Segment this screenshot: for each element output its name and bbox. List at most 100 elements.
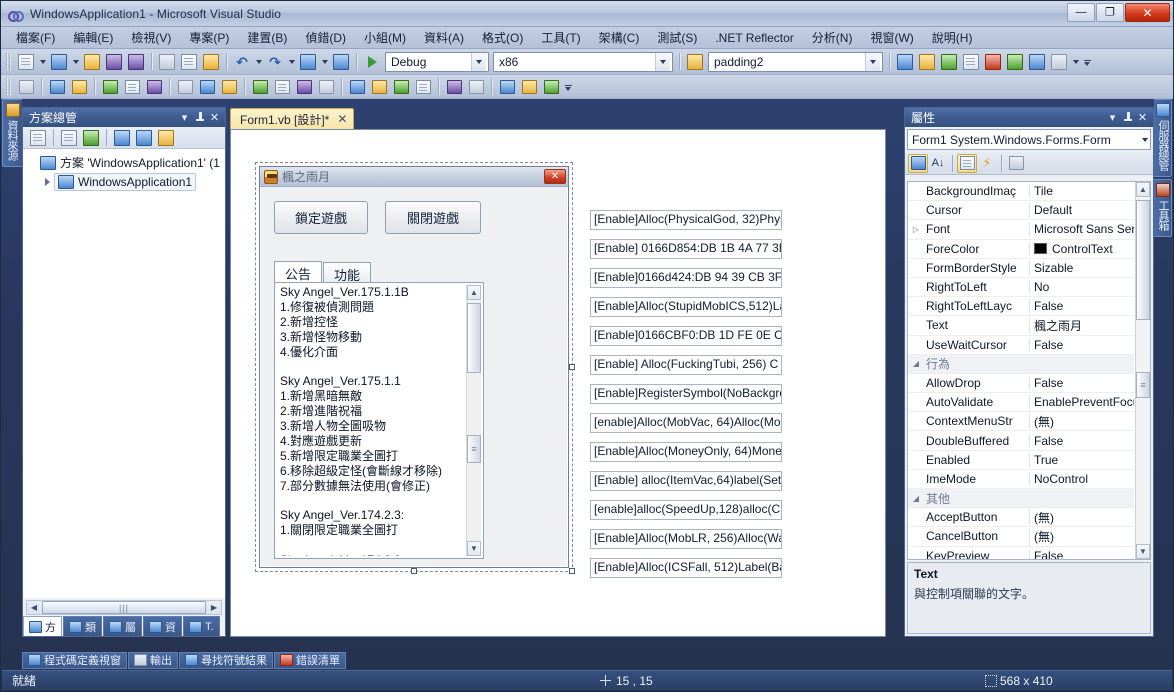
undo-dropdown[interactable] <box>253 51 264 72</box>
script-textbox-0[interactable]: [Enable]Alloc(PhysicalGod, 32)Physica <box>590 210 782 230</box>
solution-explorer-hscrollbar[interactable]: ◀ ||| ▶ <box>26 600 222 615</box>
property-value[interactable]: EnablePreventFocu <box>1029 395 1134 410</box>
scroll-right-icon[interactable]: ▶ <box>207 601 221 614</box>
align-tops-icon[interactable] <box>99 76 121 97</box>
make-same-width-icon[interactable] <box>174 76 196 97</box>
toolbox-button[interactable] <box>960 51 982 72</box>
property-value[interactable]: ControlText <box>1029 241 1134 256</box>
menu-item-5[interactable]: 偵錯(D) <box>296 27 355 48</box>
navigate-backward-button[interactable] <box>297 51 319 72</box>
announcement-listbox[interactable]: Sky Angel_Ver.175.1.1B 1.修復被偵測問題 2.新增控怪 3.新… <box>277 285 481 556</box>
dock-tab-toolbox[interactable]: 工具箱 <box>1154 179 1172 237</box>
view-code-icon[interactable] <box>111 127 133 148</box>
property-value[interactable]: NoControl <box>1029 471 1134 486</box>
cut-button[interactable] <box>156 51 178 72</box>
center-horizontally-icon[interactable] <box>443 76 465 97</box>
solution-explorer-button[interactable] <box>894 51 916 72</box>
property-category-row[interactable]: ◢ 行為 <box>908 354 1134 374</box>
align-middles-icon[interactable] <box>121 76 143 97</box>
new-project-button[interactable] <box>15 51 37 72</box>
solution-panel-tab-0[interactable]: 方 <box>23 616 62 636</box>
bottom-tab-3[interactable]: 錯誤清單 <box>274 651 346 669</box>
scroll-thumb-lower[interactable]: ≡ <box>467 435 481 463</box>
center-vertically-icon[interactable] <box>465 76 487 97</box>
property-grid-vscrollbar[interactable]: ▲ ≡ ▼ <box>1135 182 1150 559</box>
script-textbox-5[interactable]: [Enable] Alloc(FuckingTubi, 256) C <box>590 355 782 375</box>
property-row[interactable]: ContextMenuStr (無) <box>908 412 1134 432</box>
designed-form[interactable]: 楓之雨月 ✕ 鎖定遊戲 關閉遊戲 公告 功能 Sky Angel_Ver.175… <box>259 166 782 578</box>
property-value[interactable]: Default <box>1029 203 1134 218</box>
tab-order-icon[interactable] <box>540 76 562 97</box>
solution-panel-tab-3[interactable]: 資 <box>143 616 182 636</box>
redo-button[interactable]: ↷ <box>264 51 286 72</box>
object-browser-icon[interactable] <box>155 127 177 148</box>
designer-surface[interactable]: 楓之雨月 ✕ 鎖定遊戲 關閉遊戲 公告 功能 Sky Angel_Ver.175… <box>230 129 886 637</box>
remove-vertical-spacing-icon[interactable] <box>412 76 434 97</box>
script-textbox-6[interactable]: [Enable]RegisterSymbol(NoBackgrour <box>590 384 782 404</box>
menu-item-11[interactable]: 測試(S) <box>648 27 706 48</box>
layout-toolbar-overflow-button[interactable] <box>562 76 574 98</box>
menu-item-1[interactable]: 編輯(E) <box>64 27 122 48</box>
minimize-button[interactable]: — <box>1067 3 1095 22</box>
solution-panel-tab-4[interactable]: T. <box>183 616 220 636</box>
form-close-button[interactable]: ✕ <box>544 169 566 184</box>
dock-tab-data-sources[interactable]: 資料來源 <box>2 99 22 167</box>
close-game-button[interactable]: 關閉遊戲 <box>385 201 481 234</box>
properties-icon[interactable] <box>957 153 977 173</box>
new-item-dropdown[interactable] <box>70 51 81 72</box>
property-row[interactable]: Enabled True <box>908 451 1134 470</box>
save-button[interactable] <box>103 51 125 72</box>
menu-item-2[interactable]: 檢視(V) <box>122 27 180 48</box>
alphabetical-icon[interactable]: A↓ <box>928 154 948 173</box>
property-value[interactable]: (無) <box>1029 412 1134 430</box>
property-object-combo[interactable]: Form1 System.Windows.Forms.Form <box>907 129 1151 150</box>
toolbar-grip[interactable] <box>5 78 12 95</box>
menu-item-3[interactable]: 專案(P) <box>180 27 238 48</box>
navigate-forward-button[interactable] <box>330 51 352 72</box>
property-row[interactable]: AutoValidate EnablePreventFocu <box>908 393 1134 413</box>
immediate-window-button[interactable] <box>1004 51 1026 72</box>
property-value[interactable]: 楓之雨月 <box>1029 316 1134 334</box>
menu-item-9[interactable]: 工具(T) <box>532 27 589 48</box>
menu-item-0[interactable]: 檔案(F) <box>7 27 64 48</box>
close-icon[interactable]: ✕ <box>337 112 347 126</box>
property-row[interactable]: CancelButton (無) <box>908 527 1134 547</box>
solution-configuration-combo[interactable]: Debug <box>385 51 489 72</box>
lock-game-button[interactable]: 鎖定遊戲 <box>274 201 368 234</box>
property-value[interactable]: False <box>1029 433 1134 448</box>
property-value[interactable]: False <box>1029 299 1134 314</box>
property-row[interactable]: RightToLeftLayc False <box>908 297 1134 317</box>
show-all-files-icon[interactable] <box>58 127 80 148</box>
property-row[interactable]: FormBorderStyle Sizable <box>908 259 1134 278</box>
scroll-down-icon[interactable]: ▼ <box>467 541 481 556</box>
property-category-row[interactable]: ◢ 其他 <box>908 489 1134 509</box>
property-row[interactable]: ImeMode NoControl <box>908 470 1134 489</box>
bottom-tab-0[interactable]: 程式碼定義視窗 <box>22 651 127 669</box>
menu-item-8[interactable]: 格式(O) <box>473 27 532 48</box>
property-value[interactable]: True <box>1029 452 1134 467</box>
scroll-up-icon[interactable]: ▲ <box>1136 182 1150 197</box>
size-to-grid-icon[interactable] <box>218 76 240 97</box>
property-row[interactable]: AllowDrop False <box>908 374 1134 394</box>
align-lefts-icon[interactable] <box>15 76 37 97</box>
property-value[interactable]: Sizable <box>1029 260 1134 275</box>
property-grid[interactable]: BackgroundImaç Tile Cursor Default ▷ Font Micr… <box>907 181 1151 560</box>
property-row[interactable]: KeyPreview False <box>908 547 1134 559</box>
bottom-tab-1[interactable]: 輸出 <box>128 651 178 669</box>
bring-to-front-icon[interactable] <box>496 76 518 97</box>
close-icon[interactable]: ✕ <box>207 110 222 125</box>
property-value[interactable]: False <box>1029 375 1134 390</box>
toolbar-overflow-button[interactable] <box>1081 51 1093 73</box>
property-value[interactable]: (無) <box>1029 527 1134 545</box>
scroll-thumb-lower[interactable]: ≡ <box>1136 372 1150 398</box>
solution-panel-tab-2[interactable]: 屬 <box>103 616 142 636</box>
command-window-button[interactable] <box>1048 51 1070 72</box>
expander-icon[interactable]: ◢ <box>908 494 924 503</box>
bottom-tab-2[interactable]: 尋找符號結果 <box>179 651 273 669</box>
align-bottoms-icon[interactable] <box>143 76 165 97</box>
copy-button[interactable] <box>178 51 200 72</box>
refresh-icon[interactable] <box>80 127 102 148</box>
chevron-down-icon[interactable]: ▾ <box>1105 110 1120 125</box>
property-row[interactable]: UseWaitCursor False <box>908 336 1134 355</box>
make-vertical-spacing-equal-icon[interactable] <box>346 76 368 97</box>
